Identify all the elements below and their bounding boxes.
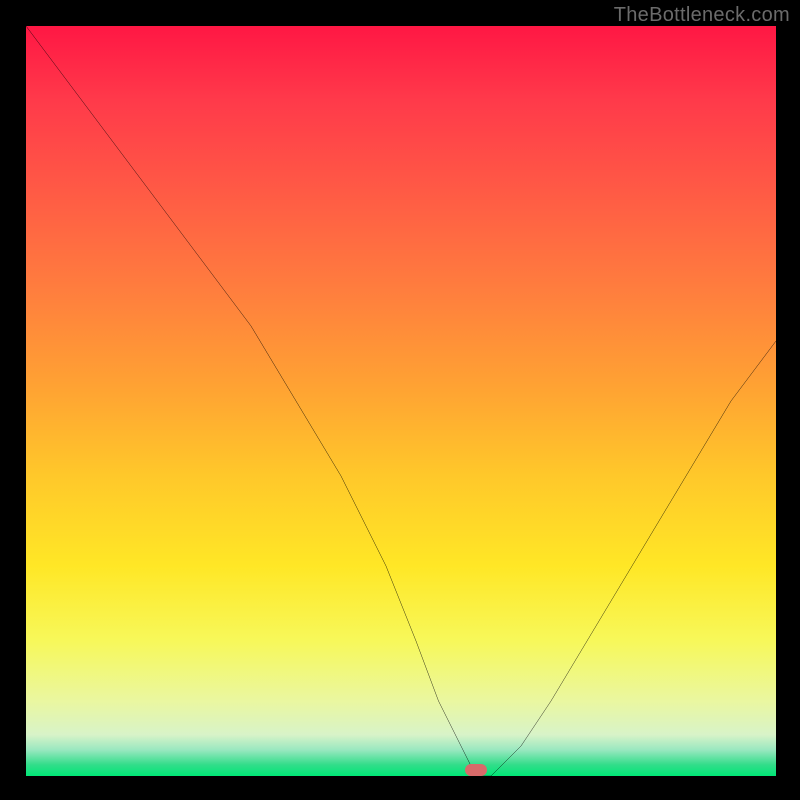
bottleneck-marker [465,764,488,776]
watermark-text: TheBottleneck.com [614,4,790,27]
background-gradient [26,26,776,776]
plot-area [26,26,776,776]
chart-container: TheBottleneck.com [0,0,800,800]
